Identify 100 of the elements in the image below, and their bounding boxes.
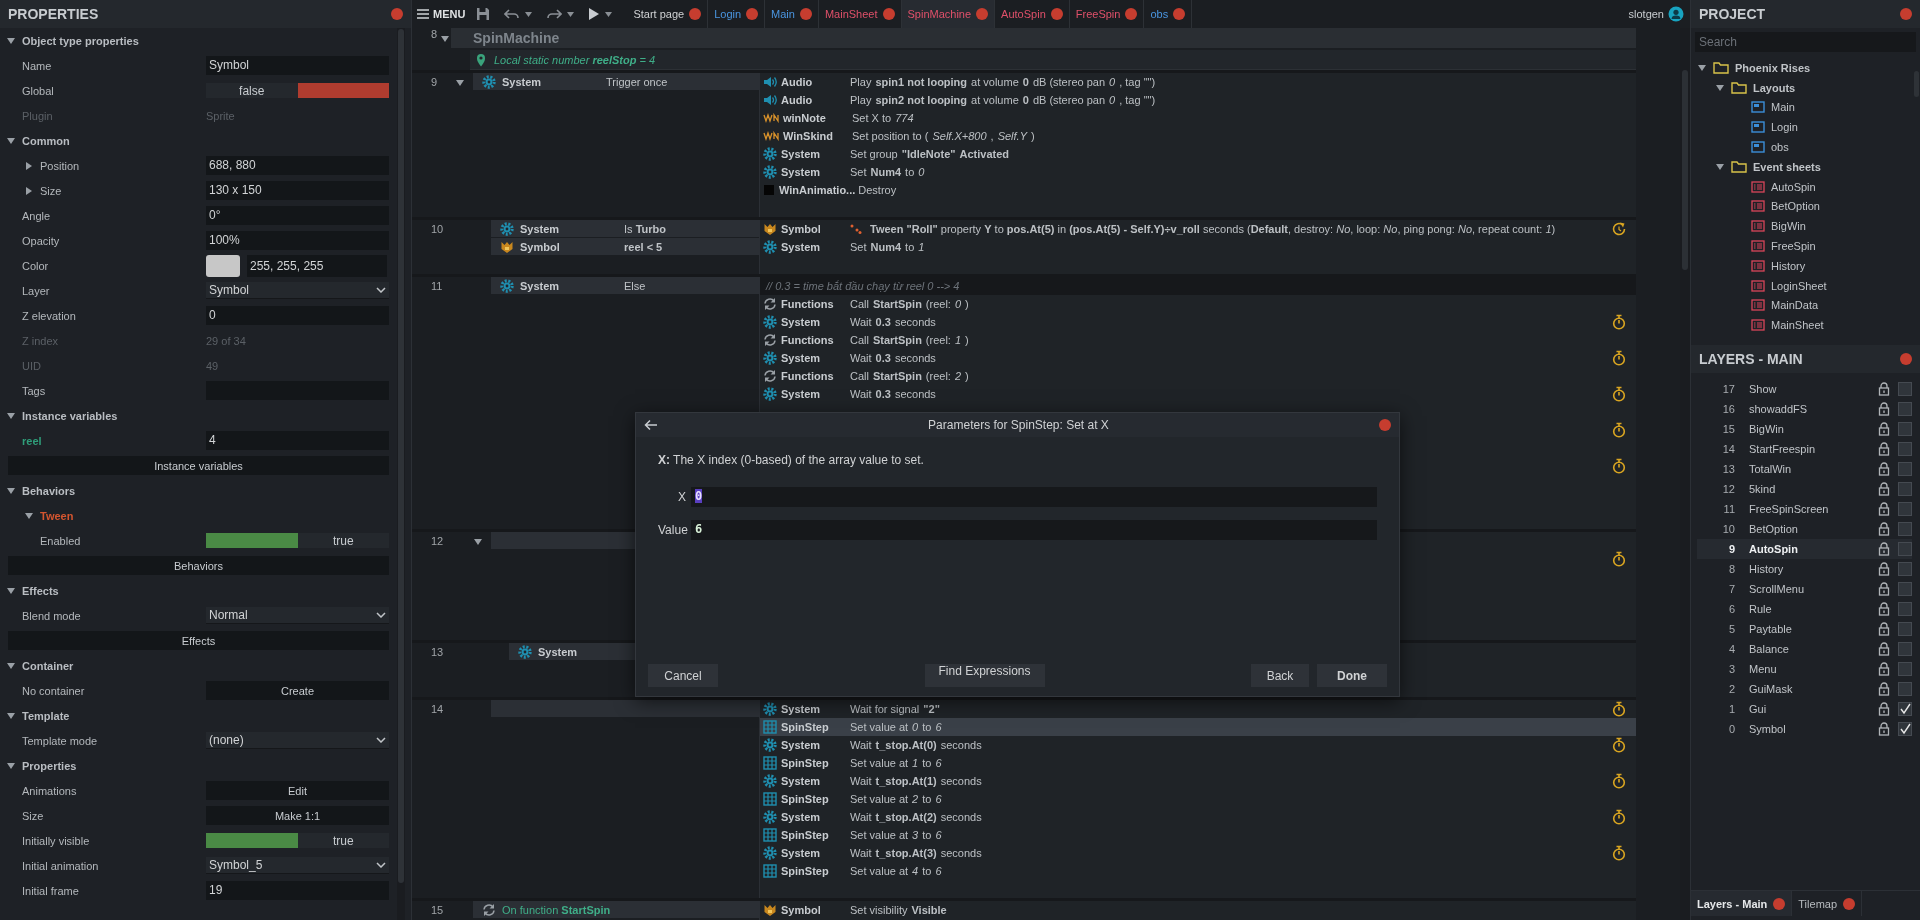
- visibility-checkbox[interactable]: [1898, 582, 1912, 596]
- stopwatch-icon[interactable]: [1612, 701, 1626, 717]
- stopwatch-icon[interactable]: [1612, 551, 1626, 567]
- dialog-button[interactable]: Done: [1317, 664, 1387, 687]
- lock-icon[interactable]: [1878, 402, 1890, 416]
- action-row[interactable]: winNote Set X to 774: [760, 109, 1636, 127]
- color-swatch[interactable]: [206, 254, 240, 277]
- tree-item[interactable]: AutoSpin: [1771, 180, 1816, 193]
- layer-row[interactable]: 4 Balance: [1697, 639, 1912, 659]
- layer-row[interactable]: 14 StartFreespin: [1697, 439, 1912, 459]
- visibility-checkbox[interactable]: [1898, 662, 1912, 676]
- close-button[interactable]: [1173, 8, 1186, 20]
- tree-item[interactable]: FreeSpin: [1771, 240, 1816, 253]
- close-button[interactable]: [1773, 897, 1786, 910]
- action-row[interactable]: Audio Play spin1 not looping at volume 0 dB (stereo pan 0, tag ""): [760, 73, 1636, 91]
- tree-item[interactable]: Phoenix Rises: [1735, 61, 1811, 74]
- visibility-checkbox[interactable]: [1898, 682, 1912, 696]
- close-button[interactable]: [746, 8, 759, 20]
- visibility-checkbox[interactable]: [1898, 622, 1912, 636]
- tree-item[interactable]: MainSheet: [1771, 319, 1824, 332]
- visibility-checkbox[interactable]: [1898, 602, 1912, 616]
- dropdown[interactable]: Symbol_5: [206, 857, 389, 874]
- lock-icon[interactable]: [1878, 662, 1890, 676]
- action-row[interactable]: System Set Num4 to 0: [760, 163, 1636, 181]
- layer-row[interactable]: 10 BetOption: [1697, 519, 1912, 539]
- add-button[interactable]: Instance variables: [8, 456, 389, 475]
- layer-row[interactable]: 13 TotalWin: [1697, 459, 1912, 479]
- tree-item[interactable]: History: [1771, 259, 1806, 272]
- lock-icon[interactable]: [1878, 422, 1890, 436]
- close-button[interactable]: [1843, 897, 1856, 910]
- lock-icon[interactable]: [1878, 542, 1890, 556]
- lock-icon[interactable]: [1878, 442, 1890, 456]
- add-button[interactable]: Effects: [8, 631, 389, 650]
- triangle-icon[interactable]: [6, 410, 16, 421]
- lock-icon[interactable]: [1878, 382, 1890, 396]
- layer-row[interactable]: 7 ScrollMenu: [1697, 579, 1912, 599]
- property-button[interactable]: Edit: [206, 781, 389, 800]
- caret-icon[interactable]: [525, 11, 533, 17]
- input-field[interactable]: 0: [206, 306, 389, 325]
- dialog-button[interactable]: Find Expressions: [924, 664, 1045, 687]
- lock-icon[interactable]: [1878, 602, 1890, 616]
- action-row[interactable]: WinSkind Set position to (Self.X+800, Self.Y): [760, 127, 1636, 145]
- layer-row[interactable]: 6 Rule: [1697, 599, 1912, 619]
- visibility-checkbox[interactable]: [1898, 442, 1912, 456]
- lock-icon[interactable]: [1878, 502, 1890, 516]
- avatar-icon[interactable]: [1668, 6, 1684, 22]
- triangle-icon[interactable]: [24, 510, 34, 521]
- input-field[interactable]: 19: [206, 881, 389, 900]
- dropdown[interactable]: Normal: [206, 607, 389, 624]
- close-button[interactable]: [689, 8, 702, 20]
- input-field[interactable]: 0: [691, 487, 1377, 507]
- close-button[interactable]: [1379, 419, 1391, 431]
- action-row[interactable]: WinAnimatio... Destroy: [760, 181, 1636, 199]
- action-row[interactable]: Functions Call StartSpin (reel: 2): [760, 367, 1636, 385]
- variable-row[interactable]: Local static number reelStop = 4: [470, 50, 1636, 70]
- action-row[interactable]: System Wait t_stop.At(3) seconds: [760, 844, 1636, 862]
- stopwatch-icon[interactable]: [1612, 845, 1626, 861]
- action-row[interactable]: Symbol Set visibility Visible: [760, 901, 1636, 919]
- visibility-checkbox[interactable]: [1898, 402, 1912, 416]
- caret-icon[interactable]: [605, 11, 613, 17]
- input-field[interactable]: Symbol: [206, 56, 389, 75]
- visibility-checkbox[interactable]: [1898, 382, 1912, 396]
- visibility-checkbox[interactable]: [1898, 722, 1912, 736]
- circular-arrow-icon[interactable]: [1612, 222, 1626, 236]
- layer-row[interactable]: 2 GuiMask: [1697, 679, 1912, 699]
- toggle-switch[interactable]: true: [206, 833, 389, 848]
- lock-icon[interactable]: [1878, 522, 1890, 536]
- triangle-icon[interactable]: [440, 34, 450, 44]
- layer-row[interactable]: 5 Paytable: [1697, 619, 1912, 639]
- close-button[interactable]: [799, 8, 812, 20]
- layer-row[interactable]: 17 Show: [1697, 379, 1912, 399]
- tree-item[interactable]: Main: [1771, 101, 1795, 114]
- condition-row[interactable]: System Else: [491, 277, 759, 295]
- layer-row[interactable]: 0 Symbol: [1697, 719, 1912, 739]
- action-row[interactable]: Audio Play spin2 not looping at volume 0 dB (stereo pan 0, tag ""): [760, 91, 1636, 109]
- close-button[interactable]: [1050, 8, 1063, 20]
- property-button[interactable]: Create: [206, 681, 389, 700]
- close-button[interactable]: [1900, 8, 1912, 20]
- action-row[interactable]: System Set Num4 to 1: [760, 238, 1636, 256]
- triangle-icon[interactable]: [1715, 161, 1725, 172]
- lock-icon[interactable]: [1878, 722, 1890, 736]
- stopwatch-icon[interactable]: [1612, 422, 1626, 438]
- visibility-checkbox[interactable]: [1898, 502, 1912, 516]
- action-row[interactable]: SpinStep Set value at 2 to 6: [760, 790, 1636, 808]
- condition-row[interactable]: Symbol reel < 5: [491, 238, 759, 256]
- visibility-checkbox[interactable]: [1898, 702, 1912, 716]
- triangle-icon[interactable]: [1715, 82, 1725, 93]
- triangle-icon[interactable]: [6, 660, 16, 671]
- layer-row[interactable]: 12 5kind: [1697, 479, 1912, 499]
- close-button[interactable]: [1900, 353, 1912, 365]
- panel-tab[interactable]: Tilemap: [1792, 891, 1863, 916]
- action-row[interactable]: System Wait 0.3 seconds: [760, 349, 1636, 367]
- stopwatch-icon[interactable]: [1612, 773, 1626, 789]
- input-field[interactable]: 6: [691, 520, 1377, 540]
- lock-icon[interactable]: [1878, 622, 1890, 636]
- dialog-button[interactable]: Back: [1251, 664, 1309, 687]
- visibility-checkbox[interactable]: [1898, 562, 1912, 576]
- undo-icon[interactable]: [504, 8, 521, 20]
- stopwatch-icon[interactable]: [1612, 386, 1626, 402]
- lock-icon[interactable]: [1878, 462, 1890, 476]
